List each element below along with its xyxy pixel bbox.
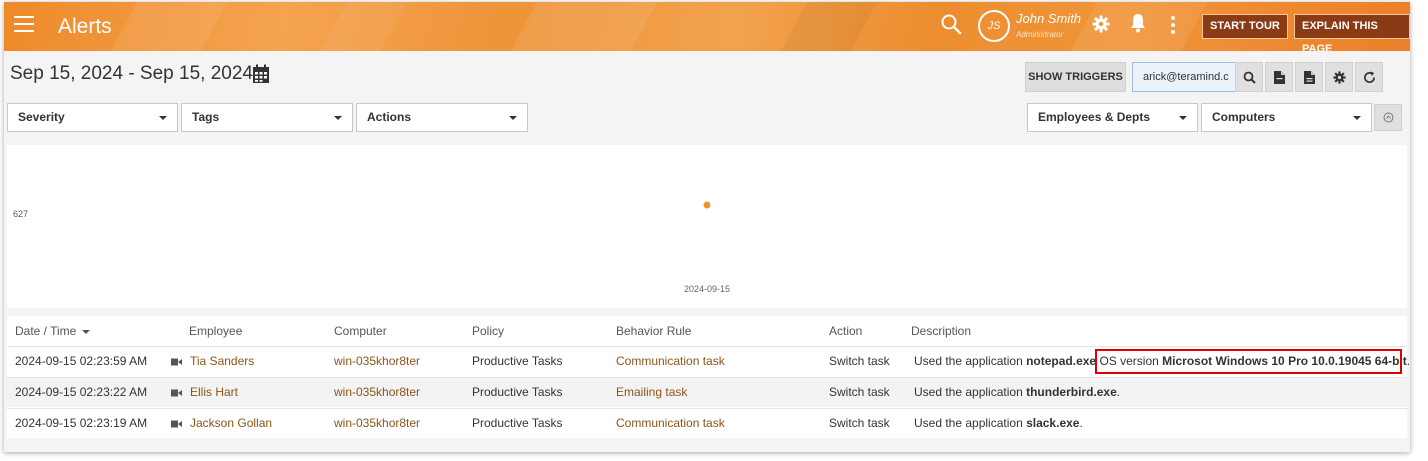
employee-search-input[interactable]: arick@teramind.c: [1132, 62, 1236, 92]
datetime-cell: 2024-09-15 02:23:19 AM: [15, 416, 148, 430]
chevron-down-icon: [1353, 116, 1361, 120]
employee-link[interactable]: Jackson Gollan: [190, 409, 272, 439]
alerts-chart: 627 2024-09-15: [7, 145, 1407, 308]
behavior-rule-link[interactable]: Communication task: [616, 409, 725, 439]
column-header-policy[interactable]: Policy: [472, 316, 504, 346]
description-cell: Used the application thunderbird.exe.: [914, 378, 1120, 408]
description-cell: Used the application slack.exe.: [914, 409, 1083, 439]
behavior-rule-link[interactable]: Communication task: [616, 347, 725, 377]
csv-icon: [1303, 70, 1315, 84]
actions-select-label: Actions: [367, 110, 412, 124]
bell-icon[interactable]: [1130, 13, 1146, 33]
description-suffix: .: [1406, 354, 1410, 368]
tags-select-label: Tags: [192, 110, 220, 124]
date-range[interactable]: Sep 15, 2024 - Sep 15, 2024: [10, 63, 253, 85]
application-name: notepad.exe: [1026, 354, 1097, 368]
behavior-rule-link[interactable]: Emailing task: [616, 378, 687, 408]
calendar-icon[interactable]: [252, 64, 270, 84]
x-tick-label: 2024-09-15: [684, 284, 730, 294]
tags-select[interactable]: Tags: [181, 103, 353, 132]
app-window: Alerts JS John Smith Administrator START…: [4, 2, 1410, 452]
column-header-behavior-rule[interactable]: Behavior Rule: [616, 316, 691, 346]
datetime-cell: 2024-09-15 02:23:59 AM: [15, 354, 148, 368]
chart-point[interactable]: [703, 201, 711, 209]
description-text: Used the application: [914, 354, 1027, 368]
refresh-button[interactable]: [1355, 62, 1383, 92]
top-bar: Alerts JS John Smith Administrator START…: [4, 2, 1410, 51]
search-icon: [1243, 71, 1256, 84]
chevron-down-icon: [159, 116, 167, 120]
search-icon[interactable]: [940, 13, 962, 35]
column-header-computer[interactable]: Computer: [334, 316, 387, 346]
chevron-down-icon: [334, 116, 342, 120]
export-pdf-button[interactable]: [1265, 62, 1293, 92]
more-vertical-icon[interactable]: [1170, 15, 1176, 35]
sort-desc-icon: [82, 329, 91, 334]
policy-cell: Productive Tasks: [472, 385, 563, 399]
actions-select[interactable]: Actions: [356, 103, 528, 132]
chevron-down-icon: [1179, 116, 1187, 120]
start-tour-button[interactable]: START TOUR: [1202, 14, 1288, 39]
description-suffix: .: [1116, 385, 1121, 399]
gear-icon[interactable]: [1092, 15, 1110, 33]
table-row[interactable]: 2024-09-15 02:23:22 AM Ellis Hart win-03…: [7, 377, 1407, 407]
employees-select-label: Employees & Depts: [1038, 110, 1151, 124]
y-tick-label: 627: [13, 209, 28, 219]
settings-button[interactable]: [1325, 62, 1353, 92]
user-role: Administrator: [1016, 30, 1064, 39]
description-text: Used the application: [914, 416, 1027, 430]
circle-arrow-icon: [1383, 112, 1393, 123]
action-cell: Switch task: [829, 354, 890, 368]
refresh-icon: [1363, 70, 1375, 83]
chevron-down-icon: [509, 116, 517, 120]
video-camera-icon[interactable]: [171, 389, 182, 397]
page-title: Alerts: [58, 15, 112, 38]
highlight-box: [1095, 349, 1402, 374]
avatar[interactable]: JS: [978, 10, 1010, 42]
column-header-action[interactable]: Action: [829, 316, 862, 346]
action-cell: Switch task: [829, 385, 890, 399]
employees-depts-select[interactable]: Employees & Depts: [1027, 103, 1198, 132]
explain-page-button[interactable]: EXPLAIN THIS PAGE: [1294, 14, 1410, 51]
gear-icon: [1332, 70, 1346, 84]
alerts-table: Date / Time Employee Computer Policy Beh…: [7, 316, 1410, 438]
description-text: Used the application: [914, 385, 1027, 399]
application-name: thunderbird.exe: [1026, 385, 1117, 399]
column-header-label: Date / Time: [15, 324, 77, 338]
policy-cell: Productive Tasks: [472, 416, 563, 430]
column-header-datetime[interactable]: Date / Time: [15, 316, 91, 346]
employee-link[interactable]: Tia Sanders: [190, 347, 254, 377]
severity-select-label: Severity: [18, 110, 65, 124]
chart-canvas: 627 2024-09-15: [13, 201, 730, 294]
application-name: slack.exe: [1026, 416, 1080, 430]
search-button[interactable]: [1235, 62, 1263, 92]
video-camera-icon[interactable]: [171, 420, 182, 428]
computers-select[interactable]: Computers: [1201, 103, 1372, 132]
description-suffix: .: [1079, 416, 1083, 430]
user-name[interactable]: John Smith: [1016, 11, 1081, 26]
menu-icon[interactable]: [14, 16, 34, 36]
computer-link[interactable]: win-035khor8ter: [334, 347, 420, 377]
filter-options-button[interactable]: [1374, 104, 1402, 131]
computer-link[interactable]: win-035khor8ter: [334, 378, 420, 408]
computers-select-label: Computers: [1212, 110, 1276, 124]
column-header-description[interactable]: Description: [911, 316, 971, 346]
computer-link[interactable]: win-035khor8ter: [334, 409, 420, 439]
severity-select[interactable]: Severity: [7, 103, 178, 132]
column-header-employee[interactable]: Employee: [189, 316, 242, 346]
datetime-cell: 2024-09-15 02:23:22 AM: [15, 385, 148, 399]
video-camera-icon[interactable]: [171, 358, 182, 366]
show-triggers-button[interactable]: SHOW TRIGGERS: [1025, 62, 1126, 92]
export-csv-button[interactable]: [1295, 62, 1323, 92]
policy-cell: Productive Tasks: [472, 354, 563, 368]
pdf-icon: [1273, 70, 1285, 84]
employee-link[interactable]: Ellis Hart: [190, 378, 238, 408]
table-row[interactable]: 2024-09-15 02:23:19 AM Jackson Gollan wi…: [7, 408, 1407, 438]
action-cell: Switch task: [829, 416, 890, 430]
